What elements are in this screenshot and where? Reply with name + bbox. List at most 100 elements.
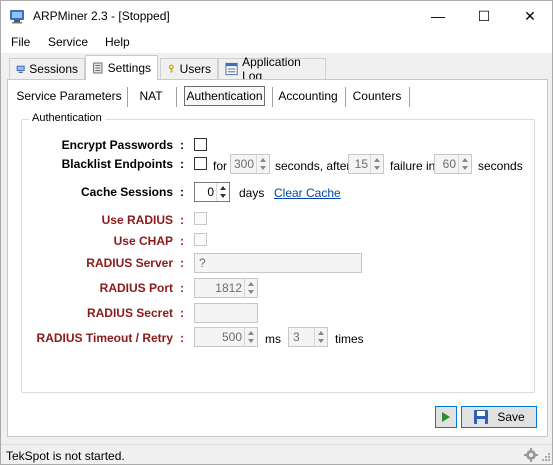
- sessions-icon: [16, 65, 25, 73]
- spinner-arrows[interactable]: [314, 328, 327, 346]
- blacklist-window-spinner[interactable]: 60: [434, 154, 472, 174]
- label-colon: :: [180, 185, 184, 199]
- subtab-divider: [345, 87, 346, 107]
- spin-up-icon: [318, 331, 324, 335]
- radius-timeout-label: RADIUS Timeout / Retry: [36, 331, 173, 345]
- label-colon: :: [180, 281, 184, 295]
- main-tab-strip: Sessions Settings Users Application Log: [1, 55, 552, 83]
- subtab-counters-label: Counters: [352, 89, 402, 103]
- radius-server-label: RADIUS Server: [86, 256, 173, 270]
- start-service-button[interactable]: [435, 406, 457, 428]
- subtab-service-parameters-label: Service Parameters: [16, 89, 122, 103]
- key-icon: [168, 64, 174, 73]
- spinner-arrows[interactable]: [216, 183, 229, 201]
- settings-icon: [93, 62, 103, 74]
- radius-server-field[interactable]: ?: [194, 253, 362, 273]
- menu-service[interactable]: Service: [48, 35, 88, 49]
- radius-port-label: RADIUS Port: [99, 281, 173, 295]
- close-button[interactable]: ✕: [507, 1, 553, 31]
- subtab-accounting-label: Accounting: [278, 89, 338, 103]
- play-icon: [442, 412, 450, 422]
- radius-port-value: 1812: [215, 281, 242, 295]
- spinner-arrows[interactable]: [244, 279, 257, 297]
- spin-up-icon: [248, 331, 254, 335]
- save-icon: [474, 410, 489, 424]
- radius-retry-unit: times: [335, 332, 364, 346]
- spin-down-icon: [318, 339, 324, 343]
- status-bar: TekSpot is not started.: [1, 444, 552, 464]
- spin-down-icon: [248, 339, 254, 343]
- spinner-arrows[interactable]: [458, 155, 471, 173]
- radius-secret-field[interactable]: [194, 303, 258, 323]
- spin-up-icon: [260, 158, 266, 162]
- menu-help[interactable]: Help: [105, 35, 130, 49]
- blacklist-endpoints-checkbox[interactable]: [194, 157, 207, 170]
- cache-sessions-spinner[interactable]: 0: [194, 182, 230, 202]
- title-bar: ARPMiner 2.3 - [Stopped] — ☐ ✕: [1, 1, 552, 31]
- tab-sessions-label: Sessions: [29, 62, 78, 76]
- use-radius-checkbox[interactable]: [194, 212, 207, 225]
- spin-down-icon: [248, 290, 254, 294]
- tab-application-log[interactable]: Application Log: [218, 55, 326, 83]
- spin-down-icon: [220, 194, 226, 198]
- label-colon: :: [180, 157, 184, 171]
- label-colon: :: [180, 234, 184, 248]
- maximize-button[interactable]: ☐: [461, 1, 507, 31]
- minimize-button[interactable]: —: [415, 1, 461, 31]
- use-chap-checkbox[interactable]: [194, 233, 207, 246]
- spin-up-icon: [220, 186, 226, 190]
- blacklist-failures-value: 15: [354, 157, 368, 171]
- subtab-authentication[interactable]: Authentication: [184, 86, 265, 106]
- blacklist-failures-spinner[interactable]: 15: [348, 154, 384, 174]
- tab-settings[interactable]: Settings: [85, 55, 158, 80]
- close-icon: ✕: [524, 7, 536, 24]
- subtab-divider: [176, 87, 177, 107]
- use-radius-label: Use RADIUS: [101, 213, 173, 227]
- subtab-accounting[interactable]: Accounting: [276, 85, 340, 107]
- radius-timeout-spinner[interactable]: 500: [194, 327, 258, 347]
- menu-file[interactable]: File: [11, 35, 30, 49]
- tab-settings-label: Settings: [107, 61, 151, 75]
- spin-up-icon: [462, 158, 468, 162]
- cache-days-text: days: [239, 186, 265, 200]
- radius-port-spinner[interactable]: 1812: [194, 278, 258, 298]
- minimize-icon: —: [431, 8, 445, 24]
- spin-up-icon: [248, 282, 254, 286]
- cache-sessions-label: Cache Sessions: [80, 185, 173, 199]
- spinner-arrows[interactable]: [244, 328, 257, 346]
- app-icon: [10, 10, 24, 24]
- subtab-nat[interactable]: NAT: [131, 85, 171, 107]
- blacklist-seconds-value: 300: [233, 157, 254, 171]
- subtab-authentication-label: Authentication: [186, 89, 263, 103]
- window-title: ARPMiner 2.3 - [Stopped]: [33, 9, 170, 23]
- blacklist-endpoints-label: Blacklist Endpoints: [61, 157, 173, 171]
- subtab-divider: [127, 87, 128, 107]
- radius-timeout-unit: ms: [265, 332, 281, 346]
- resize-grip-icon[interactable]: [541, 452, 551, 462]
- use-chap-label: Use CHAP: [113, 234, 173, 248]
- tab-users[interactable]: Users: [160, 58, 218, 79]
- tab-sessions[interactable]: Sessions: [9, 58, 85, 79]
- blacklist-for-text: for: [213, 159, 228, 173]
- subtab-divider: [272, 87, 273, 107]
- spinner-arrows[interactable]: [370, 155, 383, 173]
- spinner-arrows[interactable]: [256, 155, 269, 173]
- radius-retry-spinner[interactable]: 3: [288, 327, 328, 347]
- subtab-service-parameters[interactable]: Service Parameters: [13, 85, 125, 107]
- spin-up-icon: [374, 158, 380, 162]
- label-colon: :: [180, 256, 184, 270]
- save-button[interactable]: Save: [461, 406, 537, 428]
- blacklist-seconds-spinner[interactable]: 300: [230, 154, 270, 174]
- save-button-label: Save: [497, 410, 525, 424]
- clear-cache-link[interactable]: Clear Cache: [274, 186, 341, 200]
- subtab-counters[interactable]: Counters: [350, 85, 404, 107]
- authentication-group-legend: Authentication: [29, 112, 105, 124]
- blacklist-window-value: 60: [442, 157, 456, 171]
- app-window: ARPMiner 2.3 - [Stopped] — ☐ ✕ File Serv…: [0, 0, 553, 465]
- label-colon: :: [180, 331, 184, 345]
- status-gear-icon: [524, 448, 538, 462]
- encrypt-passwords-label: Encrypt Passwords: [61, 138, 173, 152]
- spin-down-icon: [374, 166, 380, 170]
- label-colon: :: [180, 138, 184, 152]
- encrypt-passwords-checkbox[interactable]: [194, 138, 207, 151]
